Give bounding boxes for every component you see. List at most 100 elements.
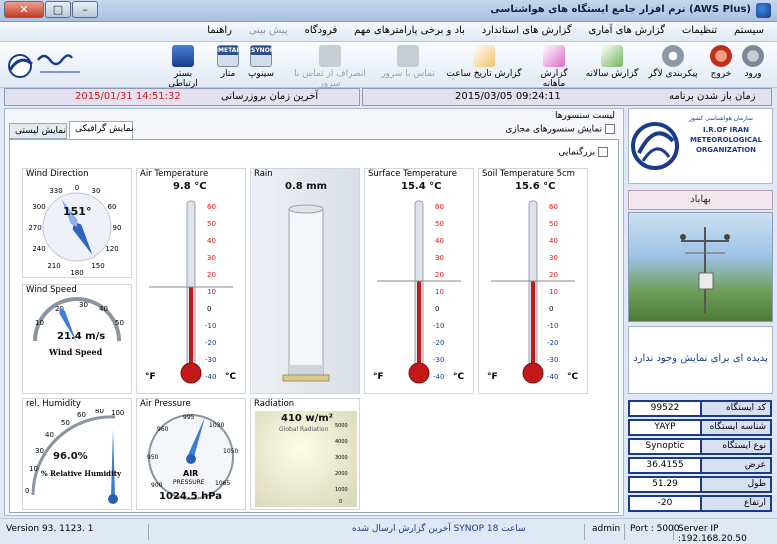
rain-gauge: Rain 0.8 mm [250,168,360,394]
org-logo: سازمان هواشناسی کشور I.R.OF IRAN METEORO… [628,108,773,184]
thermometer: 60 50 40 30 20 10 0 -10 -20 -30 -40 °F °… [373,200,465,384]
start-time-label: زمان باز شدن برنامه [669,91,756,102]
zoom-checkbox[interactable] [598,147,608,157]
svg-text:0: 0 [75,184,79,192]
station-name: بهاباد [628,190,773,210]
org-name-en: I.R.OF IRAN METEOROLOGICAL ORGANIZATION [689,126,763,154]
pressure-value: 1024.5 hPa [159,491,222,502]
menu-settings[interactable]: تنظیمات [675,22,724,39]
svg-text:-20: -20 [433,339,444,347]
logger-config-button[interactable]: پیکربندی لاگر [644,45,702,85]
svg-text:1050: 1050 [223,448,238,455]
pressure-title: Air Pressure [140,399,191,409]
svg-text:30: 30 [79,301,88,309]
svg-text:-10: -10 [205,322,216,330]
connect-button[interactable]: تماس با سرور [378,45,438,85]
menu-bar: سیستم تنظیمات گزارش های آماری گزارش های … [0,22,777,42]
svg-text:240: 240 [32,245,45,253]
station-id-value: YAYP [628,419,702,436]
menu-airport[interactable]: فرودگاه [298,22,345,39]
svg-text:30: 30 [35,447,44,455]
menu-wind[interactable]: باد و برخی پارامترهای مهم [347,22,472,39]
svg-text:0: 0 [207,305,211,313]
start-time-bar: 2015/03/05 09:24:11 زمان باز شدن برنامه [362,88,772,106]
svg-text:1065: 1065 [215,480,230,487]
sensor-panel: لیست سنسورها نمایش سنسورهای مجازی نمایش … [4,108,624,516]
user-text: admin [592,524,621,534]
wind-direction-gauge: Wind Direction 0 30 60 90 120 150 180 21… [22,168,132,278]
svg-text:1030: 1030 [209,422,224,429]
soil-temperature-value: 15.6 °C [515,181,556,192]
svg-text:3000: 3000 [335,455,348,461]
thermometer: 60 50 40 30 20 10 0 -10 -20 -30 -40 °F °… [487,200,579,384]
maximize-button[interactable]: □ [45,1,71,18]
svg-text:10: 10 [29,465,38,473]
svg-text:20: 20 [549,271,558,279]
virtual-sensors-checkbox[interactable] [605,124,615,134]
menu-stat-reports[interactable]: گزارش های آماری [582,22,672,39]
menu-std-reports[interactable]: گزارش های استاندارد [475,22,579,39]
station-id-label: شناسه ایستگاه [702,419,772,436]
svg-text:0: 0 [435,305,439,313]
metar-icon: METAR [217,45,241,67]
svg-text:°F: °F [145,372,156,382]
zoom-toggle[interactable]: بزرگنمایی [558,147,608,158]
close-button[interactable]: ✕ [4,1,44,18]
minimize-button[interactable]: – [72,1,98,18]
last-update-bar: 2015/01/31 14:51:32 آخرین زمان بروزرسانی [4,88,360,106]
svg-text:80: 80 [95,409,104,415]
tab-graphic-view[interactable]: نمایش گرافیکی [69,121,134,139]
svg-text:10: 10 [35,319,44,327]
virtual-sensors-toggle[interactable]: نمایش سنسورهای مجازی [505,124,615,135]
surface-temperature-gauge: Surface Temperature 15.4 °C 60 50 40 30 … [364,168,474,394]
info-row-type: Synoptic نوع ایستگاه [628,438,773,455]
svg-text:-20: -20 [547,339,558,347]
wind-speed-title: Wind Speed [26,285,77,295]
hour-report-button[interactable]: گزارش تاریخ ساعت [444,45,524,85]
svg-text:210: 210 [47,262,60,270]
info-row-id: YAYP شناسه ایستگاه [628,419,773,436]
svg-text:10: 10 [549,288,558,296]
info-row-lat: 36.4155 عرض [628,457,773,474]
svg-text:50: 50 [207,220,216,228]
svg-text:40: 40 [435,237,444,245]
synop-button[interactable]: SYNOP سینوپ [246,45,276,85]
svg-text:10: 10 [435,288,444,296]
radiation-label: Global Radiation [279,426,329,433]
exit-button[interactable]: خروج [706,45,736,85]
svg-text:60: 60 [77,411,86,419]
menu-forecast[interactable]: پیش بینی [242,22,295,39]
menu-help[interactable]: راهنما [200,22,239,39]
yearly-report-button[interactable]: گزارش سالانه [584,45,640,85]
svg-text:°F: °F [373,372,384,382]
radiation-gauge: Radiation 410 w/m² Global Radiation 5000… [250,398,360,510]
login-button[interactable]: ورود [738,45,768,85]
humidity-gauge: rel. Humidity 0 10 30 40 50 60 80 100 96… [22,398,132,510]
station-lon-label: طول [702,476,772,493]
svg-text:50: 50 [549,220,558,228]
disconnect-button[interactable]: انصراف از تماس با سرور [284,45,376,89]
menu-system[interactable]: سیستم [727,22,771,39]
wind-speed-value: 21.4 m/s [57,331,106,342]
svg-text:°C: °C [453,372,465,382]
tab-list-view[interactable]: نمایش لیستی [9,123,67,139]
svg-text:60: 60 [435,203,444,211]
monthly-report-button[interactable]: گزارش ماهانه [528,45,580,89]
svg-text:30: 30 [549,254,558,262]
humidity-value: 96.0% [53,451,88,462]
svg-text:°F: °F [487,372,498,382]
wind-speed-gauge: Wind Speed 10 20 30 40 50 21.4 m/s Wind … [22,284,132,394]
chart-report-icon [601,45,623,67]
station-photo [628,212,773,322]
svg-text:-30: -30 [205,356,216,364]
metar-button[interactable]: METAR متار [214,45,242,85]
phone-icon [319,45,341,67]
surface-temperature-value: 15.4 °C [401,181,442,192]
comm-button[interactable]: بستر ارتباطی [160,45,206,89]
info-row-alt: -20 ارتفاع [628,495,773,512]
clock-report-icon [473,45,495,67]
svg-text:10: 10 [207,288,216,296]
status-bar: Version 93. 1123. 1 آخرین گزارش ارسال شد… [0,518,777,544]
radiation-title: Radiation [254,399,295,409]
svg-text:900: 900 [151,482,163,489]
